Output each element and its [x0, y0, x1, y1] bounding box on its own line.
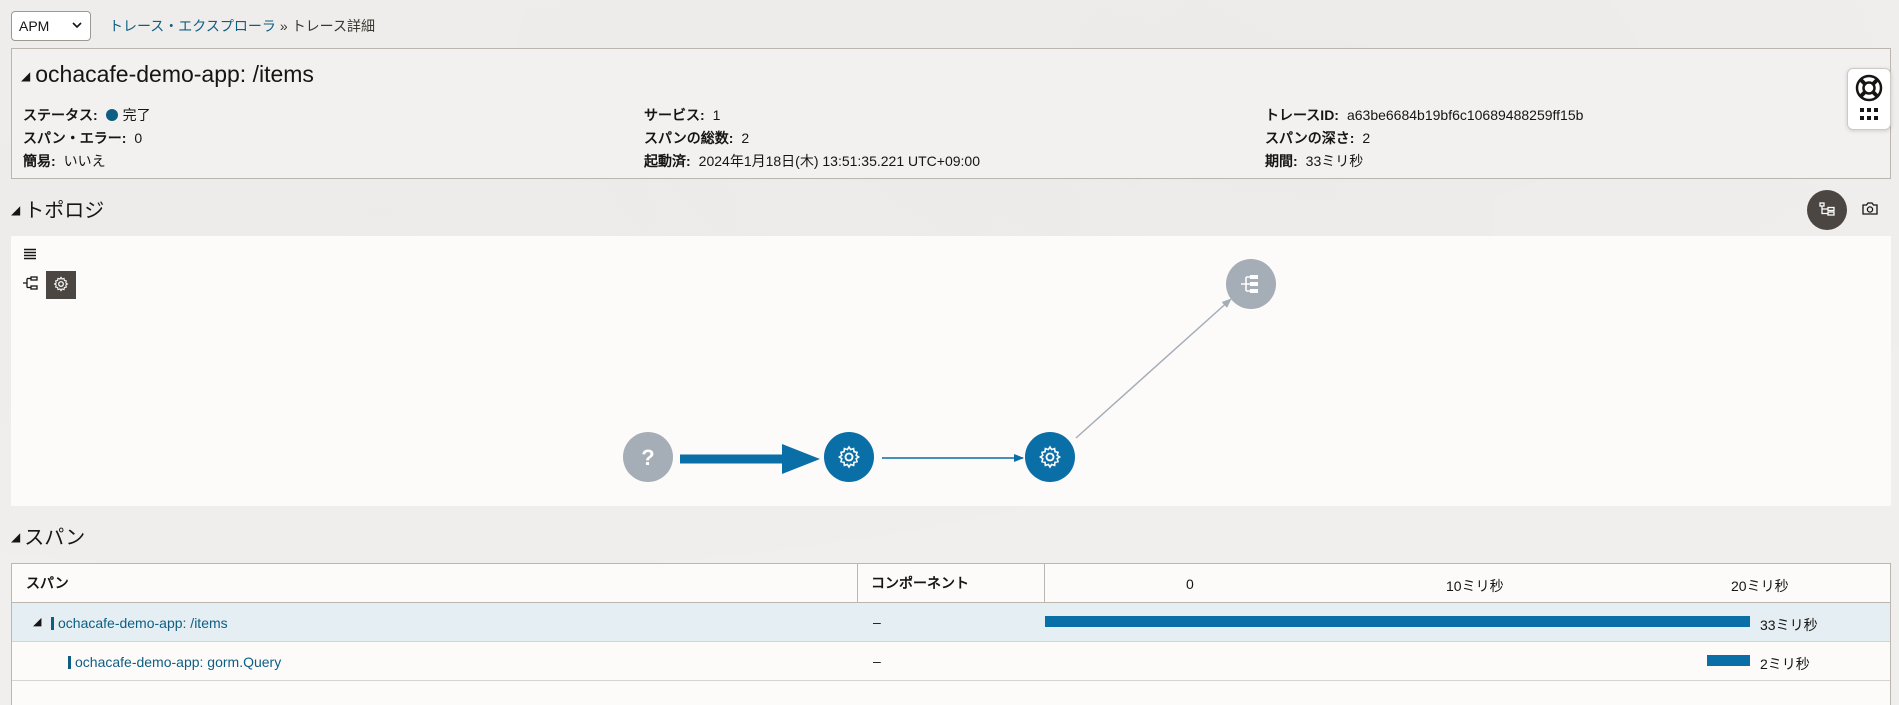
span-depth-label: スパンの深さ: [1265, 130, 1355, 146]
topology-toolbar [1807, 190, 1890, 230]
trace-summary: ◢ ochacafe-demo-app: /items ステータス: 完了 スパ… [11, 48, 1891, 179]
topology-view-button[interactable] [1807, 190, 1847, 230]
table-row[interactable]: ochacafe-demo-app: gorm.Query – 2ミリ秒 [12, 642, 1890, 681]
topology-section-header[interactable]: ◢ トポロジ [11, 194, 104, 223]
status-label: ステータス: [23, 107, 98, 123]
topology-node-service-1[interactable] [824, 432, 874, 482]
span-errors-label: スパン・エラー: [23, 130, 127, 146]
total-spans-field: スパンの総数: 2 [644, 128, 749, 148]
status-value: 完了 [122, 107, 151, 123]
span-duration-label: 33ミリ秒 [1760, 617, 1818, 633]
collapse-triangle-icon[interactable]: ◢ [21, 69, 30, 83]
trace-id-label: トレースID: [1265, 107, 1339, 123]
span-cell: ◢ ochacafe-demo-app: /items [12, 603, 858, 641]
span-duration-bar[interactable] [1045, 616, 1750, 627]
collapse-triangle-icon[interactable]: ◢ [11, 530, 20, 544]
spans-section-header[interactable]: ◢ スパン [11, 521, 85, 550]
spans-heading: スパン [24, 527, 86, 549]
services-value: 1 [712, 107, 721, 123]
topology-node-database[interactable] [1226, 259, 1276, 309]
component-cell: – [873, 614, 881, 630]
apps-grid-icon[interactable] [1859, 107, 1879, 124]
topology-heading: トポロジ [24, 200, 105, 222]
span-color-marker [51, 616, 54, 630]
topology-graph: ? [623, 259, 1276, 482]
span-depth-value: 2 [1362, 130, 1371, 146]
total-spans-label: スパンの総数: [644, 130, 734, 146]
span-errors-field: スパン・エラー: 0 [23, 128, 142, 148]
span-color-marker [68, 655, 71, 669]
spans-table: スパン コンポーネント 0 10ミリ秒 20ミリ秒 ◢ ochacafe-dem… [11, 563, 1891, 705]
column-header-span[interactable]: スパン [12, 564, 858, 602]
app-select[interactable]: APM [11, 11, 91, 41]
trace-id-field: トレースID: a63be6684b19bf6c10689488259ff15b [1265, 105, 1583, 125]
simple-label: 簡易: [23, 153, 56, 169]
trace-id-value: a63be6684b19bf6c10689488259ff15b [1346, 107, 1584, 123]
question-mark-icon: ? [641, 445, 654, 470]
timeline-tick-0: 0 [1186, 576, 1194, 592]
column-header-component[interactable]: コンポーネント [858, 564, 1045, 602]
span-link[interactable]: ochacafe-demo-app: gorm.Query [75, 654, 281, 670]
table-row[interactable]: ◢ ochacafe-demo-app: /items – 33ミリ秒 [12, 603, 1890, 642]
simple-field: 簡易: いいえ [23, 151, 106, 171]
topology-panel: ? [11, 236, 1891, 506]
span-errors-value: 0 [134, 130, 143, 146]
span-duration-bar[interactable] [1707, 655, 1750, 666]
breadcrumb-current: トレース詳細 [291, 18, 375, 34]
total-spans-value: 2 [741, 130, 750, 146]
duration-field: 期間: 33ミリ秒 [1265, 151, 1363, 171]
page-title: ochacafe-demo-app: /items [35, 61, 314, 87]
span-duration-label: 2ミリ秒 [1760, 656, 1810, 672]
lifebuoy-icon[interactable] [1855, 74, 1883, 105]
timeline-cell: 2ミリ秒 [1045, 642, 1890, 680]
collapse-triangle-icon[interactable]: ◢ [11, 203, 20, 217]
timeline-tick-10ms: 10ミリ秒 [1446, 578, 1504, 594]
span-cell: ochacafe-demo-app: gorm.Query [12, 642, 858, 680]
breadcrumb-separator: » [279, 18, 288, 34]
duration-label: 期間: [1265, 153, 1298, 169]
app-select-value: APM [19, 18, 50, 34]
span-depth-field: スパンの深さ: 2 [1265, 128, 1370, 148]
span-link[interactable]: ochacafe-demo-app: /items [58, 615, 228, 631]
top-bar: APM トレース・エクスプローラ» トレース詳細 [11, 11, 375, 41]
screenshot-button[interactable] [1850, 190, 1890, 230]
started-field: 起動済: 2024年1月18日(木) 13:51:35.221 UTC+09:0… [644, 151, 980, 171]
topology-node-service-2[interactable] [1025, 432, 1075, 482]
timeline-tick-20ms: 20ミリ秒 [1731, 578, 1789, 594]
breadcrumb: トレース・エクスプローラ» トレース詳細 [109, 16, 375, 36]
services-label: サービス: [644, 107, 705, 123]
column-header-timeline: 0 10ミリ秒 20ミリ秒 [1045, 564, 1890, 602]
simple-value: いいえ [63, 153, 106, 169]
status-field: ステータス: 完了 [23, 105, 151, 125]
started-value: 2024年1月18日(木) 13:51:35.221 UTC+09:00 [698, 153, 981, 169]
summary-header[interactable]: ◢ ochacafe-demo-app: /items [21, 61, 314, 88]
edge-unknown-to-service[interactable] [680, 444, 820, 474]
help-widget[interactable] [1847, 68, 1891, 130]
timeline-cell: 33ミリ秒 [1045, 603, 1890, 641]
breadcrumb-trace-explorer[interactable]: トレース・エクスプローラ [109, 18, 276, 34]
status-dot-icon [105, 109, 118, 121]
topology-node-unknown[interactable]: ? [623, 432, 673, 482]
component-cell: – [873, 653, 881, 669]
camera-icon [1862, 202, 1878, 218]
expand-triangle-icon[interactable]: ◢ [33, 615, 41, 628]
services-field: サービス: 1 [644, 105, 720, 125]
edge-service-to-database[interactable] [1075, 298, 1232, 439]
hierarchy-icon [1819, 201, 1835, 219]
chevron-down-icon [72, 21, 82, 32]
started-label: 起動済: [644, 153, 691, 169]
table-header: スパン コンポーネント 0 10ミリ秒 20ミリ秒 [12, 564, 1890, 603]
duration-value: 33ミリ秒 [1305, 153, 1364, 169]
